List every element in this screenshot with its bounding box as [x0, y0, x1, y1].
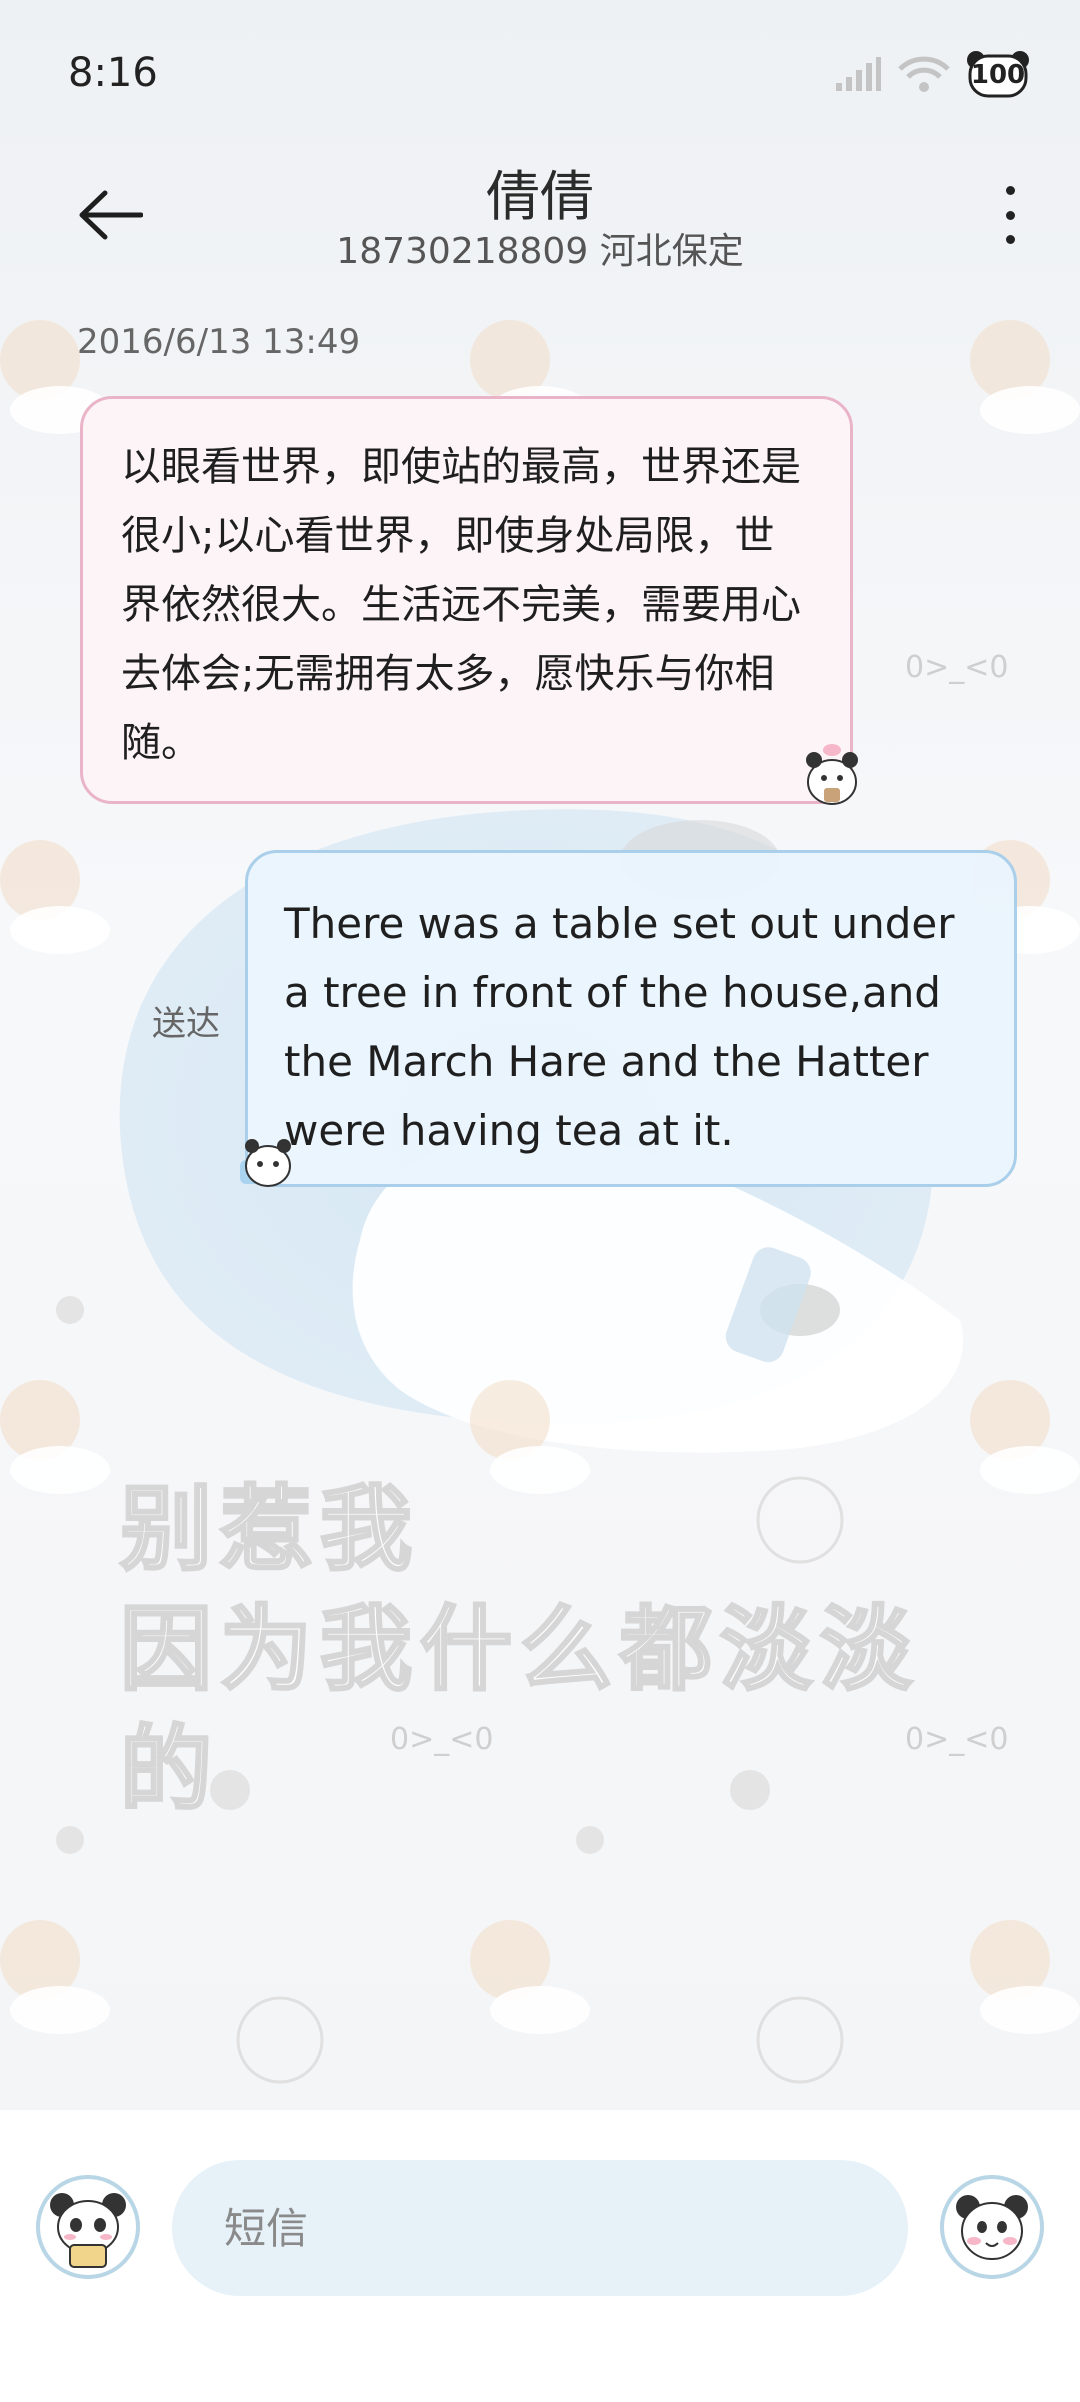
battery-level: 100: [970, 60, 1026, 90]
more-dot-icon: [1005, 235, 1015, 244]
send-button[interactable]: [940, 2175, 1044, 2279]
more-dot-icon: [1005, 210, 1015, 220]
wallpaper-caption-line1: 别惹我: [119, 1475, 421, 1585]
conversation-header: 倩倩 18730218809 河北保定: [0, 150, 1080, 280]
panda-sticker-icon: [806, 744, 858, 805]
message-text: 以眼看世界，即使站的最高，世界还是很小;以心看世界，即使身处局限，世界依然很大。…: [121, 444, 801, 766]
signal-icon: [836, 57, 881, 91]
sms-input[interactable]: [172, 2160, 908, 2296]
message-timestamp: 2016/6/13 13:49: [77, 322, 361, 362]
outgoing-message-bubble[interactable]: There was a table set out under a tree i…: [245, 850, 1017, 1187]
wifi-icon: [898, 56, 950, 92]
panda-avatar-icon: [956, 2195, 1028, 2260]
status-time: 8:16: [68, 50, 158, 96]
status-bar: 8:16 100: [0, 0, 1080, 150]
incoming-message-bubble[interactable]: 以眼看世界，即使站的最高，世界还是很小;以心看世界，即使身处局限，世界依然很大。…: [80, 396, 853, 804]
message-text: There was a table set out under a tree i…: [284, 899, 955, 1155]
status-icons: 100: [834, 50, 1030, 100]
wallpaper-emoticon: 0>_<0: [905, 650, 1009, 685]
panda-avatar-icon: [50, 2193, 126, 2268]
panda-sticker-icon: [240, 1139, 291, 1187]
wallpaper-caption-line2: 因为我什么都淡淡的: [119, 1595, 921, 1825]
more-options-button[interactable]: [980, 180, 1040, 250]
delivery-status: 送达: [152, 1004, 220, 1044]
sticker-button[interactable]: [36, 2175, 140, 2279]
more-dot-icon: [1005, 186, 1015, 195]
contact-name: 倩倩: [486, 165, 594, 228]
contact-number-location: 18730218809 河北保定: [336, 231, 744, 272]
wallpaper-caption: 别惹我 因为我什么都淡淡的: [119, 1470, 940, 1830]
battery-icon: 100: [966, 50, 1030, 100]
